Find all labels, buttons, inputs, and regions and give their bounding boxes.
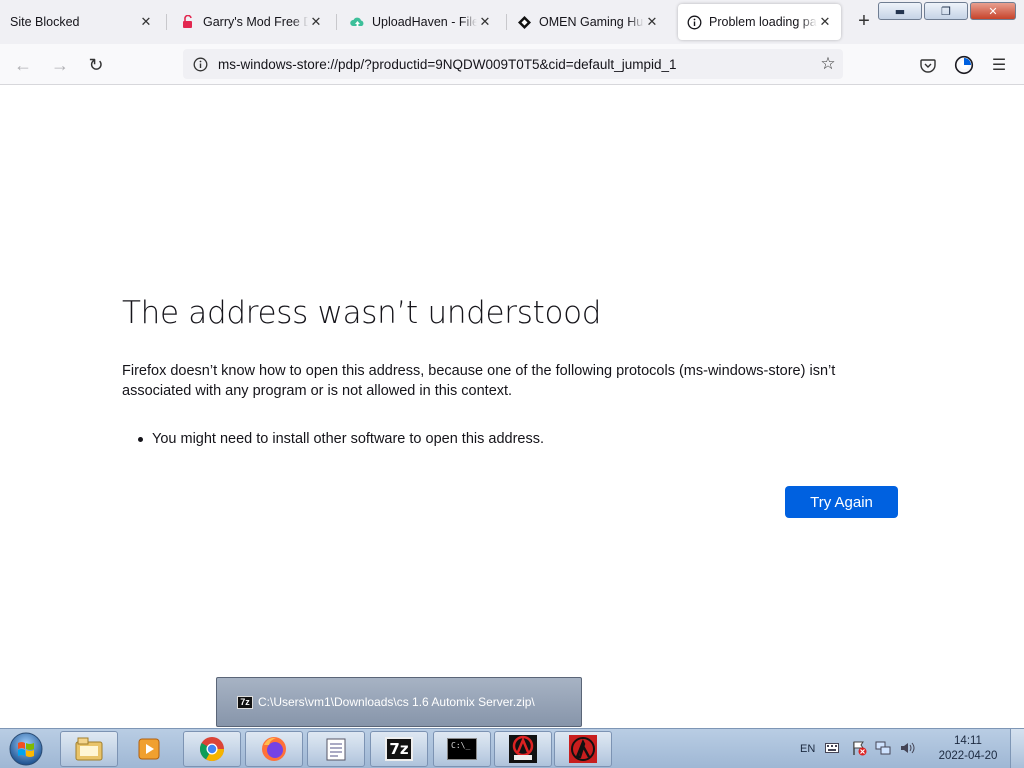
firefox-icon bbox=[262, 737, 286, 761]
taskbar-7zip[interactable]: 7z bbox=[370, 731, 428, 767]
lock-open-icon bbox=[180, 14, 196, 30]
close-tab-icon[interactable]: ✕ bbox=[138, 14, 154, 30]
tab-garrys-mod[interactable]: Garry's Mod Free Download ✕ bbox=[172, 4, 332, 40]
tab-title: UploadHaven - File Sharing bbox=[372, 15, 477, 29]
reload-button[interactable]: ↻ bbox=[83, 52, 109, 78]
maximize-button[interactable]: ❐ bbox=[924, 2, 968, 20]
language-indicator[interactable]: EN bbox=[800, 743, 815, 755]
show-desktop-button[interactable] bbox=[1010, 729, 1024, 768]
tab-divider bbox=[506, 14, 507, 30]
tab-omen-gaming-hub[interactable]: OMEN Gaming Hub | HP ✕ bbox=[508, 4, 668, 40]
close-window-button[interactable]: ✕ bbox=[970, 2, 1016, 20]
taskbar-explorer[interactable] bbox=[60, 731, 118, 767]
start-button[interactable] bbox=[6, 730, 46, 768]
system-tray: EN bbox=[800, 729, 915, 768]
close-tab-icon[interactable]: ✕ bbox=[817, 14, 833, 30]
try-again-button[interactable]: Try Again bbox=[785, 486, 898, 518]
taskbar-notepad[interactable] bbox=[307, 731, 365, 767]
omen-diamond-icon bbox=[516, 14, 532, 30]
pocket-icon[interactable] bbox=[915, 52, 941, 78]
tab-title: OMEN Gaming Hub | HP bbox=[539, 15, 644, 29]
clock[interactable]: 14:11 2022-04-20 bbox=[936, 734, 1000, 764]
app-icon-red-a bbox=[509, 735, 537, 763]
notepad-icon bbox=[326, 738, 346, 761]
error-description: Firefox doesn’t know how to open this ad… bbox=[122, 363, 836, 399]
7zip-icon: 7z bbox=[385, 737, 413, 761]
app-menu-button[interactable]: ☰ bbox=[986, 52, 1012, 78]
uploadhaven-icon bbox=[349, 14, 365, 30]
url-text[interactable]: ms-windows-store://pdp/?productid=9NQDW0… bbox=[218, 57, 813, 72]
taskbar-chrome[interactable] bbox=[183, 731, 241, 767]
windows-explorer-icon bbox=[75, 737, 103, 761]
close-tab-icon[interactable]: ✕ bbox=[477, 14, 493, 30]
tab-strip: Site Blocked ✕ Garry's Mod Free Download… bbox=[0, 0, 1024, 44]
thumbnail-label: C:\Users\vm1\Downloads\cs 1.6 Automix Se… bbox=[258, 695, 535, 709]
7zip-icon: 7z bbox=[237, 695, 253, 709]
tab-site-blocked[interactable]: Site Blocked ✕ bbox=[2, 4, 162, 40]
command-prompt-icon: C:\_ bbox=[447, 738, 477, 760]
tab-title: Garry's Mod Free Download bbox=[203, 15, 308, 29]
chrome-icon bbox=[199, 737, 224, 762]
taskbar-firefox[interactable] bbox=[245, 731, 303, 767]
thumbnail-title: 7z C:\Users\vm1\Downloads\cs 1.6 Automix… bbox=[237, 695, 535, 709]
error-suggestion-item: You might need to install other software… bbox=[138, 431, 544, 447]
bullet-icon bbox=[138, 436, 143, 442]
taskbar-media-player[interactable] bbox=[120, 731, 178, 767]
tab-divider bbox=[336, 14, 337, 30]
taskbar: 7z C:\_ EN 14:11 2022-04-20 bbox=[0, 728, 1024, 768]
tab-title: Site Blocked bbox=[10, 15, 80, 29]
taskbar-half-life[interactable] bbox=[554, 731, 612, 767]
nav-toolbar: ← → ↻ ms-windows-store://pdp/?productid=… bbox=[0, 44, 1024, 85]
new-tab-button[interactable]: + bbox=[852, 10, 876, 34]
address-bar[interactable]: ms-windows-store://pdp/?productid=9NQDW0… bbox=[183, 49, 843, 79]
volume-icon[interactable] bbox=[899, 740, 915, 759]
window-controls: ▬ ❐ ✕ bbox=[878, 2, 1016, 20]
tab-title: Problem loading page bbox=[709, 15, 817, 29]
tab-divider bbox=[166, 14, 167, 30]
taskbar-thumbnail-popup[interactable]: 7z C:\Users\vm1\Downloads\cs 1.6 Automix… bbox=[216, 677, 582, 727]
network-icon[interactable] bbox=[875, 740, 891, 759]
site-info-icon[interactable] bbox=[185, 57, 215, 72]
back-button[interactable]: ← bbox=[10, 52, 36, 78]
close-tab-icon[interactable]: ✕ bbox=[308, 14, 324, 30]
media-player-icon bbox=[138, 738, 160, 760]
error-title: The address wasn’t understood bbox=[122, 295, 602, 331]
tab-problem-loading-page[interactable]: Problem loading page ✕ bbox=[678, 4, 841, 40]
forward-button[interactable]: → bbox=[47, 52, 73, 78]
tab-uploadhaven[interactable]: UploadHaven - File Sharing ✕ bbox=[341, 4, 501, 40]
clock-date: 2022-04-20 bbox=[938, 750, 998, 762]
info-icon bbox=[686, 14, 702, 30]
taskbar-red-a-app[interactable] bbox=[494, 731, 552, 767]
taskbar-command-prompt[interactable]: C:\_ bbox=[433, 731, 491, 767]
close-tab-icon[interactable]: ✕ bbox=[644, 14, 660, 30]
bookmark-star-icon[interactable]: ☆ bbox=[813, 54, 843, 74]
account-sync-icon[interactable] bbox=[951, 52, 977, 78]
windows-logo-icon bbox=[9, 732, 43, 766]
minimize-button[interactable]: ▬ bbox=[878, 2, 922, 20]
half-life-icon bbox=[569, 735, 597, 763]
suggestion-text: You might need to install other software… bbox=[152, 431, 545, 447]
keyboard-icon[interactable] bbox=[825, 742, 840, 756]
action-center-flag-icon[interactable] bbox=[851, 740, 867, 759]
page-content: The address wasn’t understood Firefox do… bbox=[0, 85, 1024, 728]
clock-time: 14:11 bbox=[954, 735, 982, 747]
